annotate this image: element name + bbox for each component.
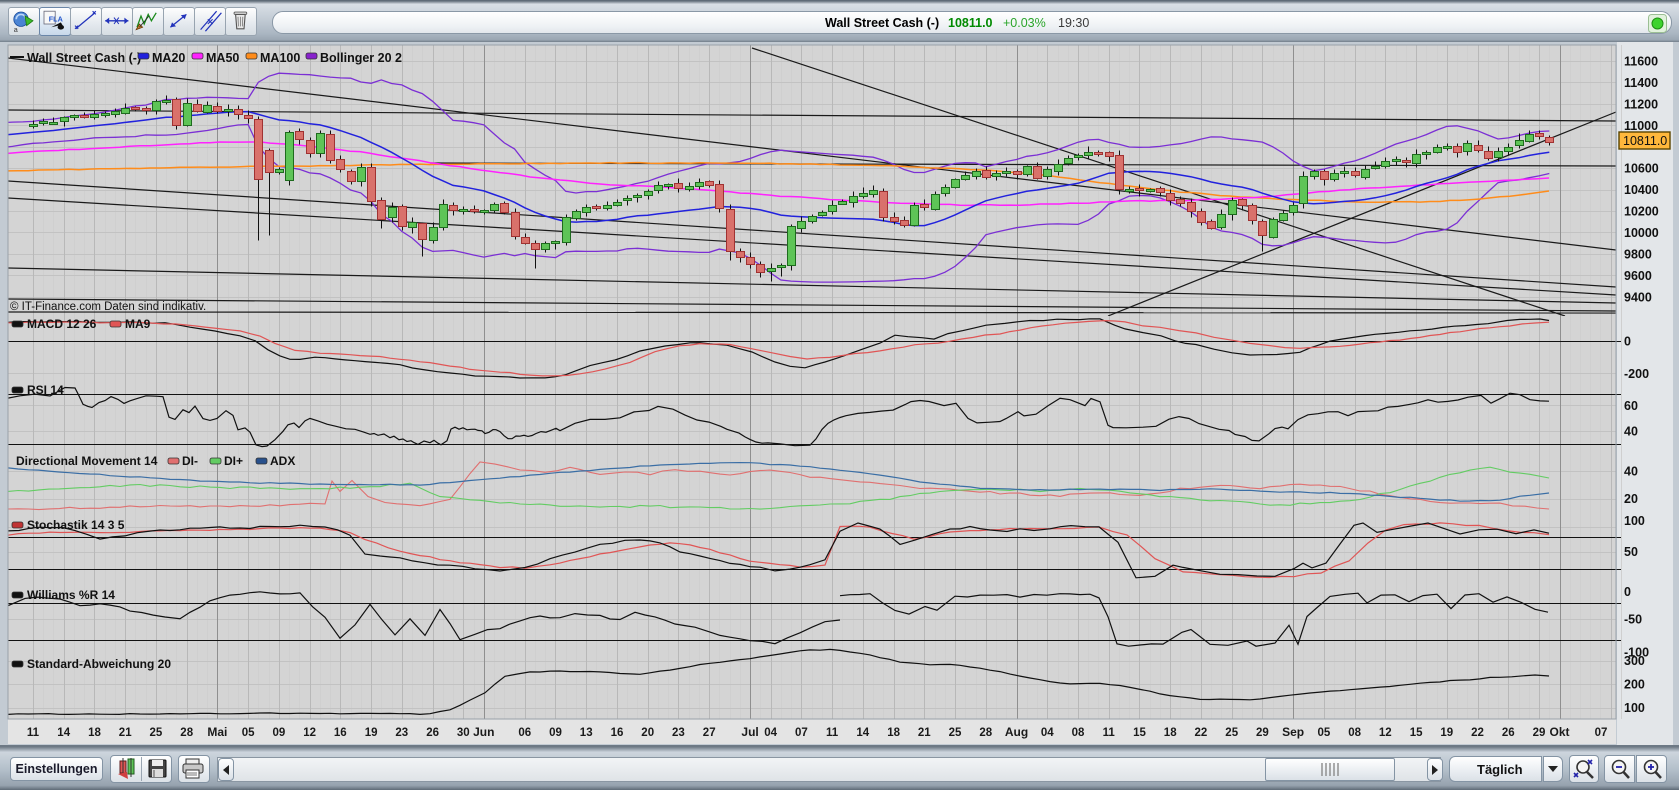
svg-text:29: 29	[1256, 727, 1269, 739]
svg-text:ADX: ADX	[270, 454, 295, 468]
svg-text:100: 100	[1624, 514, 1645, 528]
svg-text:DI-: DI-	[182, 454, 198, 468]
svg-text:9600: 9600	[1624, 269, 1652, 283]
svg-text:25: 25	[150, 727, 163, 739]
svg-text:08: 08	[1072, 727, 1085, 739]
svg-text:9400: 9400	[1624, 290, 1652, 304]
svg-text:-50: -50	[1624, 613, 1642, 627]
svg-text:30: 30	[457, 727, 470, 739]
svg-text:25: 25	[949, 727, 962, 739]
svg-text:FLA: FLA	[49, 15, 63, 24]
svg-text:200: 200	[1624, 678, 1645, 692]
svg-text:07: 07	[795, 727, 808, 739]
svg-text:14: 14	[57, 727, 70, 739]
svg-text:20: 20	[1624, 492, 1638, 506]
svg-text:04: 04	[764, 727, 777, 739]
svg-text:0: 0	[1624, 334, 1631, 348]
svg-text:Okt: Okt	[1549, 725, 1569, 739]
svg-text:11600: 11600	[1624, 55, 1658, 69]
svg-text:Jun: Jun	[473, 725, 494, 739]
svg-text:09: 09	[273, 727, 286, 739]
svg-text:© IT-Finance.com Daten sind in: © IT-Finance.com Daten sind indikativ.	[10, 301, 206, 313]
svg-text:Jul: Jul	[741, 725, 758, 739]
svg-text:Williams %R 14: Williams %R 14	[27, 588, 115, 602]
svg-text:10600: 10600	[1624, 162, 1659, 176]
svg-text:11200: 11200	[1624, 97, 1658, 111]
svg-text:a: a	[14, 25, 18, 34]
svg-text:10200: 10200	[1624, 205, 1659, 219]
svg-text:0: 0	[1624, 585, 1631, 599]
svg-text:10000: 10000	[1624, 226, 1659, 240]
svg-text:15: 15	[1133, 727, 1146, 739]
svg-text:26: 26	[426, 727, 439, 739]
svg-text:60: 60	[1624, 399, 1638, 413]
svg-text:21: 21	[918, 727, 931, 739]
svg-text:20: 20	[641, 727, 654, 739]
svg-text:21: 21	[119, 727, 132, 739]
svg-text:MA50: MA50	[206, 51, 239, 65]
svg-text:28: 28	[979, 727, 992, 739]
svg-text:23: 23	[395, 727, 408, 739]
svg-text:10400: 10400	[1624, 183, 1659, 197]
svg-text:11: 11	[1103, 727, 1116, 739]
svg-text:300: 300	[1624, 654, 1645, 668]
svg-text:MA100: MA100	[260, 51, 300, 65]
svg-text:RSI 14: RSI 14	[27, 383, 64, 397]
svg-text:40: 40	[1624, 465, 1638, 479]
svg-text:28: 28	[180, 727, 193, 739]
svg-text:27: 27	[703, 727, 716, 739]
svg-text:15: 15	[1410, 727, 1423, 739]
svg-text:26: 26	[1502, 727, 1515, 739]
svg-text:05: 05	[1318, 727, 1331, 739]
svg-text:10811.0: 10811.0	[1623, 134, 1667, 148]
svg-text:Wall Street Cash (-): Wall Street Cash (-)	[27, 51, 141, 65]
svg-text:25: 25	[1225, 727, 1238, 739]
svg-text:Stochastik 14 3 5: Stochastik 14 3 5	[27, 518, 125, 532]
svg-text:11: 11	[27, 727, 40, 739]
svg-text:08: 08	[1348, 727, 1361, 739]
svg-text:22: 22	[1195, 727, 1208, 739]
svg-text:19: 19	[365, 727, 378, 739]
svg-text:23: 23	[672, 727, 685, 739]
svg-text:06: 06	[518, 727, 531, 739]
svg-text:18: 18	[1164, 727, 1177, 739]
svg-text:Bollinger 20 2: Bollinger 20 2	[320, 51, 402, 65]
svg-text:11: 11	[826, 727, 839, 739]
svg-text:11400: 11400	[1624, 76, 1658, 90]
svg-text:-200: -200	[1624, 367, 1649, 381]
svg-text:16: 16	[611, 727, 624, 739]
svg-text:MACD 12 26: MACD 12 26	[27, 317, 97, 331]
svg-text:29: 29	[1533, 727, 1546, 739]
svg-text:09: 09	[549, 727, 562, 739]
svg-text:05: 05	[242, 727, 255, 739]
svg-text:14: 14	[856, 727, 869, 739]
svg-text:19: 19	[1440, 727, 1453, 739]
svg-text:13: 13	[580, 727, 593, 739]
svg-text:18: 18	[887, 727, 900, 739]
svg-text:Standard-Abweichung 20: Standard-Abweichung 20	[27, 657, 171, 671]
svg-text:9800: 9800	[1624, 248, 1652, 262]
svg-text:100: 100	[1624, 701, 1645, 715]
svg-text:16: 16	[334, 727, 347, 739]
svg-text:50: 50	[1624, 545, 1638, 559]
svg-text:Sep: Sep	[1282, 725, 1304, 739]
svg-text:DI+: DI+	[224, 454, 243, 468]
svg-text:22: 22	[1471, 727, 1484, 739]
svg-text:MA9: MA9	[125, 317, 151, 331]
svg-text:12: 12	[1379, 727, 1392, 739]
svg-text:04: 04	[1041, 727, 1054, 739]
svg-text:Directional Movement 14: Directional Movement 14	[16, 454, 158, 468]
svg-text:Mai: Mai	[207, 725, 227, 739]
svg-text:12: 12	[303, 727, 316, 739]
svg-text:MA20: MA20	[152, 51, 185, 65]
svg-text:Aug: Aug	[1005, 725, 1028, 739]
svg-text:40: 40	[1624, 425, 1638, 439]
svg-text:18: 18	[88, 727, 101, 739]
svg-text:07: 07	[1595, 727, 1608, 739]
svg-text:11000: 11000	[1624, 119, 1658, 133]
